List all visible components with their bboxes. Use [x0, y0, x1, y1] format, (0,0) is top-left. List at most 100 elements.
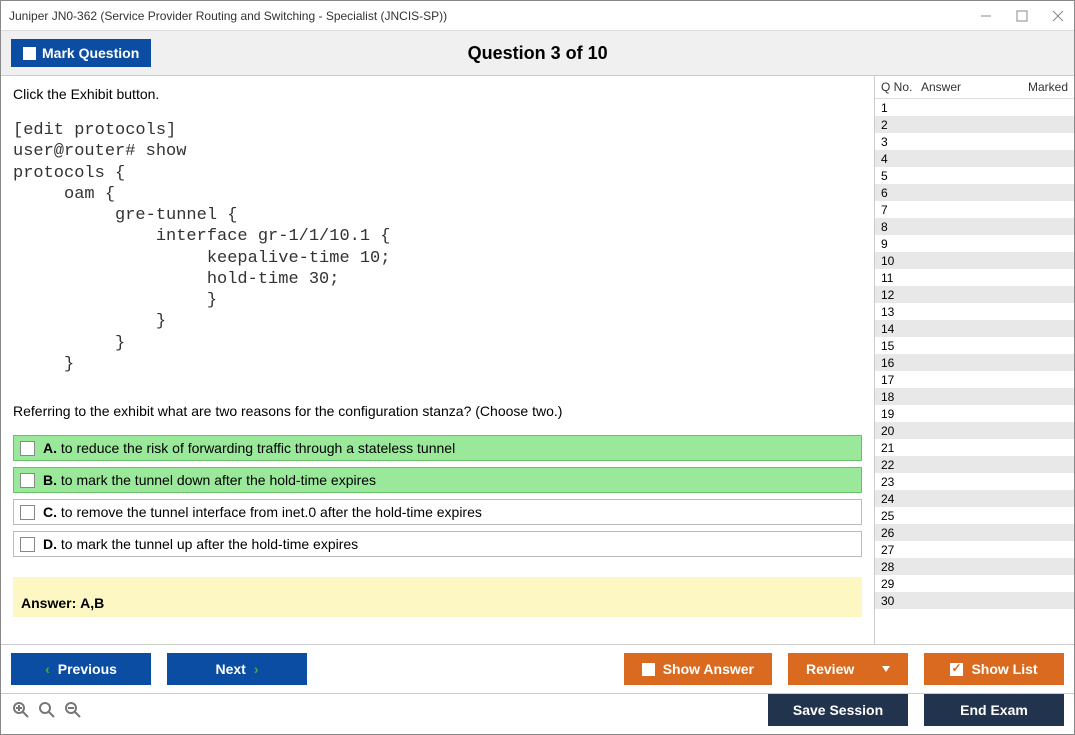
nav-qno: 13	[881, 305, 921, 319]
nav-qno: 4	[881, 152, 921, 166]
nav-row[interactable]: 10	[875, 252, 1074, 269]
option-text: D. to mark the tunnel up after the hold-…	[43, 536, 358, 552]
nav-row[interactable]: 20	[875, 422, 1074, 439]
nav-qno: 27	[881, 543, 921, 557]
nav-qno: 29	[881, 577, 921, 591]
show-list-label: Show List	[971, 661, 1037, 677]
next-button[interactable]: Next ›	[167, 653, 307, 685]
end-exam-label: End Exam	[960, 702, 1028, 718]
nav-qno: 21	[881, 441, 921, 455]
nav-row[interactable]: 23	[875, 473, 1074, 490]
nav-qno: 18	[881, 390, 921, 404]
option-checkbox[interactable]	[20, 537, 35, 552]
nav-row[interactable]: 27	[875, 541, 1074, 558]
nav-row[interactable]: 25	[875, 507, 1074, 524]
option-row[interactable]: C. to remove the tunnel interface from i…	[13, 499, 862, 525]
nav-row[interactable]: 30	[875, 592, 1074, 609]
nav-row[interactable]: 29	[875, 575, 1074, 592]
nav-row[interactable]: 4	[875, 150, 1074, 167]
bottom-section: ‹ Previous Next › Show Answer Review Sho…	[1, 644, 1074, 734]
nav-qno: 22	[881, 458, 921, 472]
option-row[interactable]: D. to mark the tunnel up after the hold-…	[13, 531, 862, 557]
nav-row[interactable]: 18	[875, 388, 1074, 405]
top-bar: Mark Question Question 3 of 10	[1, 31, 1074, 76]
app-window: Juniper JN0-362 (Service Provider Routin…	[0, 0, 1075, 735]
nav-row[interactable]: 16	[875, 354, 1074, 371]
nav-qno: 12	[881, 288, 921, 302]
question-scroll-area[interactable]: Click the Exhibit button. [edit protocol…	[1, 76, 874, 644]
window-controls	[978, 8, 1066, 24]
show-answer-button[interactable]: Show Answer	[624, 653, 772, 685]
nav-header: Q No. Answer Marked	[875, 76, 1074, 98]
maximize-icon[interactable]	[1014, 8, 1030, 24]
nav-list[interactable]: 1234567891011121314151617181920212223242…	[875, 98, 1074, 644]
option-row[interactable]: B. to mark the tunnel down after the hol…	[13, 467, 862, 493]
nav-qno: 7	[881, 203, 921, 217]
nav-qno: 16	[881, 356, 921, 370]
nav-row[interactable]: 22	[875, 456, 1074, 473]
content-column: Click the Exhibit button. [edit protocol…	[1, 76, 874, 644]
nav-row[interactable]: 2	[875, 116, 1074, 133]
zoom-out-icon[interactable]	[63, 700, 83, 720]
previous-button[interactable]: ‹ Previous	[11, 653, 151, 685]
nav-row[interactable]: 5	[875, 167, 1074, 184]
nav-row[interactable]: 12	[875, 286, 1074, 303]
nav-row[interactable]: 26	[875, 524, 1074, 541]
instruction-text: Click the Exhibit button.	[13, 86, 862, 102]
nav-row[interactable]: 14	[875, 320, 1074, 337]
minimize-icon[interactable]	[978, 8, 994, 24]
exhibit-code: [edit protocols] user@router# show proto…	[13, 120, 862, 375]
button-bar: ‹ Previous Next › Show Answer Review Sho…	[1, 644, 1074, 693]
save-session-button[interactable]: Save Session	[768, 694, 908, 726]
answer-box: Answer: A,B	[13, 577, 862, 617]
nav-qno: 25	[881, 509, 921, 523]
close-icon[interactable]	[1050, 8, 1066, 24]
nav-row[interactable]: 19	[875, 405, 1074, 422]
nav-row[interactable]: 1	[875, 99, 1074, 116]
option-row[interactable]: A. to reduce the risk of forwarding traf…	[13, 435, 862, 461]
col-marked: Marked	[1018, 80, 1068, 94]
show-list-button[interactable]: Show List	[924, 653, 1064, 685]
nav-row[interactable]: 7	[875, 201, 1074, 218]
option-text: A. to reduce the risk of forwarding traf…	[43, 440, 455, 456]
review-button[interactable]: Review	[788, 653, 908, 685]
show-answer-label: Show Answer	[663, 661, 754, 677]
zoom-reset-icon[interactable]	[11, 700, 31, 720]
chevron-right-icon: ›	[254, 661, 259, 677]
nav-row[interactable]: 13	[875, 303, 1074, 320]
zoom-controls	[11, 700, 83, 720]
nav-row[interactable]: 6	[875, 184, 1074, 201]
nav-row[interactable]: 11	[875, 269, 1074, 286]
nav-qno: 17	[881, 373, 921, 387]
nav-row[interactable]: 28	[875, 558, 1074, 575]
previous-label: Previous	[58, 661, 117, 677]
nav-row[interactable]: 15	[875, 337, 1074, 354]
nav-qno: 30	[881, 594, 921, 608]
nav-qno: 26	[881, 526, 921, 540]
end-exam-button[interactable]: End Exam	[924, 694, 1064, 726]
nav-qno: 14	[881, 322, 921, 336]
nav-qno: 28	[881, 560, 921, 574]
window-title: Juniper JN0-362 (Service Provider Routin…	[9, 9, 978, 23]
nav-qno: 15	[881, 339, 921, 353]
option-checkbox[interactable]	[20, 473, 35, 488]
col-answer: Answer	[921, 80, 1018, 94]
col-qno: Q No.	[881, 80, 921, 94]
zoom-in-icon[interactable]	[37, 700, 57, 720]
nav-row[interactable]: 24	[875, 490, 1074, 507]
nav-row[interactable]: 8	[875, 218, 1074, 235]
nav-qno: 3	[881, 135, 921, 149]
option-text: B. to mark the tunnel down after the hol…	[43, 472, 376, 488]
nav-qno: 23	[881, 475, 921, 489]
option-checkbox[interactable]	[20, 505, 35, 520]
chevron-left-icon: ‹	[45, 661, 50, 677]
answer-value: A,B	[80, 595, 104, 611]
nav-row[interactable]: 17	[875, 371, 1074, 388]
nav-row[interactable]: 9	[875, 235, 1074, 252]
button-bar-2: Save Session End Exam	[1, 693, 1074, 734]
option-checkbox[interactable]	[20, 441, 35, 456]
next-label: Next	[215, 661, 245, 677]
nav-row[interactable]: 3	[875, 133, 1074, 150]
nav-qno: 20	[881, 424, 921, 438]
nav-row[interactable]: 21	[875, 439, 1074, 456]
